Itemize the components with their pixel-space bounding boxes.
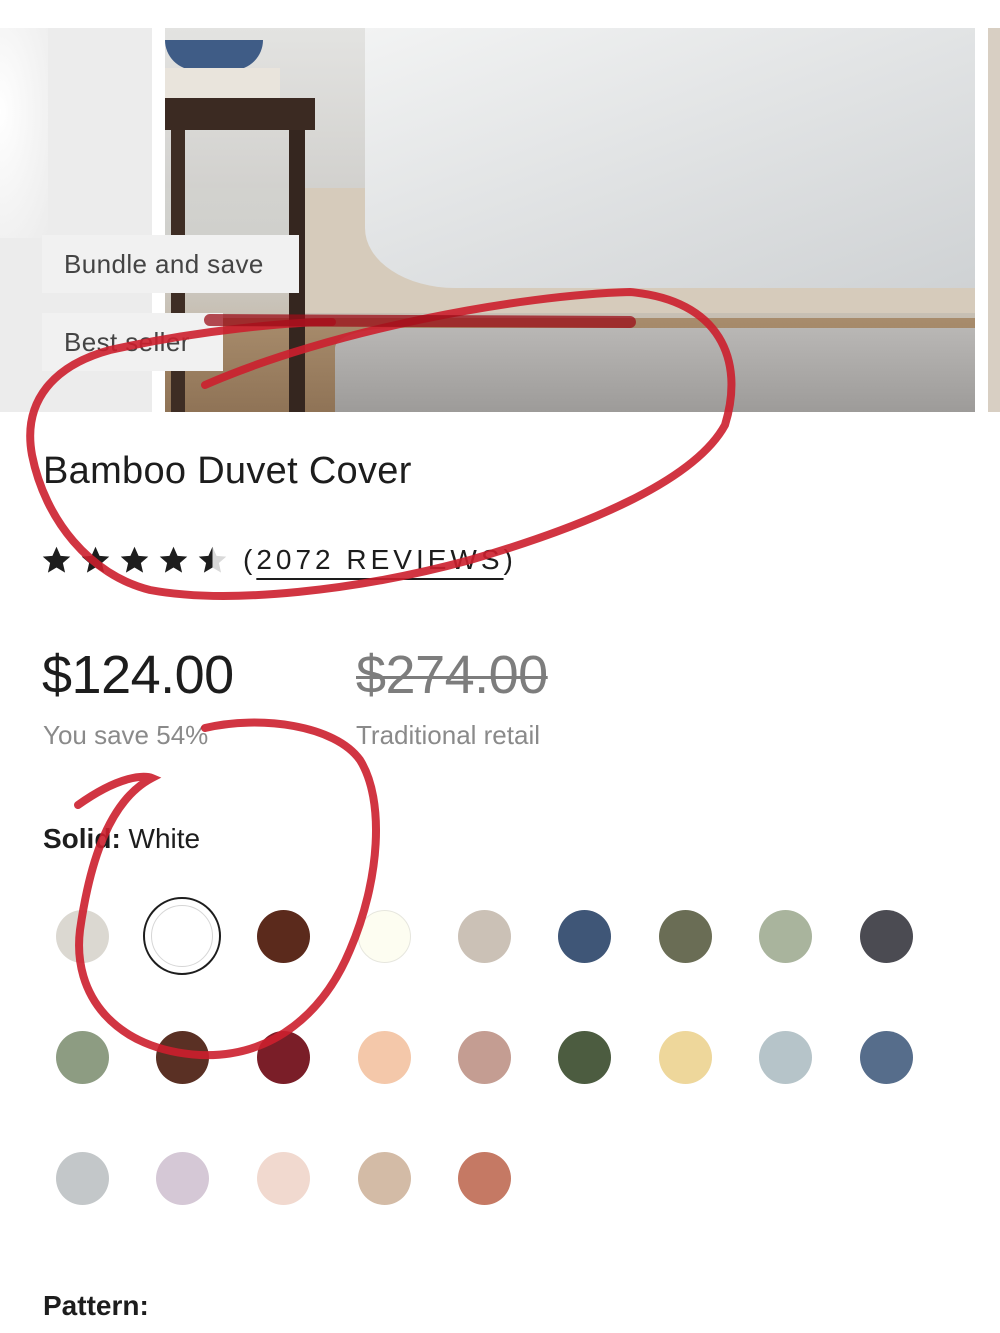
annotation-circle-swatch [74,718,380,1060]
color-swatch[interactable] [659,910,712,963]
photo-bowl [165,40,263,70]
star-full-icon [40,544,73,577]
rating-stars [40,544,229,577]
star-full-icon [118,544,151,577]
color-swatch[interactable] [860,910,913,963]
reviews-count[interactable]: 2072 REVIEWS [256,544,503,575]
photo-rug [335,328,975,412]
badge-best-seller: Best seller [42,313,223,371]
reviews-link[interactable]: (2072 REVIEWS) [243,544,517,576]
product-rating: (2072 REVIEWS) [40,540,517,580]
photo-nightstand-top [165,98,315,130]
star-full-icon [79,544,112,577]
color-swatch[interactable] [257,1031,310,1084]
color-swatch[interactable] [358,910,411,963]
color-swatch[interactable] [458,1152,511,1205]
color-swatch[interactable] [56,1152,109,1205]
duvet-edge-image [0,28,48,238]
photo-duvet [365,28,975,288]
color-swatch-selected[interactable] [143,897,221,975]
color-swatch[interactable] [458,1031,511,1084]
product-title: Bamboo Duvet Cover [43,450,412,492]
color-swatch[interactable] [860,1031,913,1084]
selected-color-name: White [128,823,201,854]
photo-books [165,68,280,101]
color-swatch[interactable] [156,1152,209,1205]
badge-bundle-and-save: Bundle and save [42,235,299,293]
color-option-label: Solid: White [43,823,200,855]
color-swatch[interactable] [458,910,511,963]
pattern-option-label: Pattern: [43,1290,149,1321]
color-swatch[interactable] [56,910,109,963]
savings-note: You save 54% [43,720,209,750]
color-swatch[interactable] [358,1031,411,1084]
original-price-note: Traditional retail [356,720,541,750]
color-swatch[interactable] [56,1031,109,1084]
star-half-icon [196,544,229,577]
color-group-label: Solid: [43,823,121,854]
color-swatch-fill [151,905,213,967]
color-swatch[interactable] [558,910,611,963]
color-swatch[interactable] [659,1031,712,1084]
color-swatch[interactable] [759,910,812,963]
color-swatch[interactable] [759,1031,812,1084]
color-swatch[interactable] [156,1031,209,1084]
gallery-image-main[interactable] [165,28,975,412]
star-full-icon [157,544,190,577]
sale-price: $124.00 [42,645,234,705]
gallery-image-next[interactable] [988,28,1000,412]
color-swatch[interactable] [257,1152,310,1205]
color-swatch[interactable] [257,910,310,963]
original-price: $274.00 [356,645,548,705]
color-swatch[interactable] [558,1031,611,1084]
color-swatch[interactable] [358,1152,411,1205]
